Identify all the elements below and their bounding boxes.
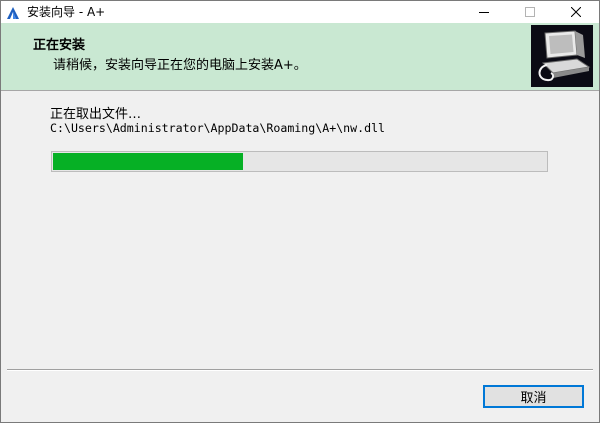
- minimize-button[interactable]: [461, 1, 507, 23]
- installer-computer-icon: [531, 25, 593, 87]
- page-title: 正在安装: [33, 38, 86, 53]
- maximize-icon: [525, 7, 535, 17]
- wizard-header: 正在安装 请稍候，安装向导正在您的电脑上安装A+。: [1, 23, 599, 91]
- cancel-button[interactable]: 取消: [483, 385, 584, 408]
- app-logo-icon: [6, 5, 20, 19]
- current-file-path: C:\Users\Administrator\AppData\Roaming\A…: [50, 121, 386, 135]
- progress-bar-fill: [53, 153, 243, 170]
- maximize-button[interactable]: [507, 1, 553, 23]
- close-button[interactable]: [553, 1, 599, 23]
- footer-divider: [7, 369, 593, 371]
- window-title: 安装向导 - A+: [27, 5, 106, 19]
- minimize-icon: [479, 7, 489, 17]
- page-subtitle: 请稍候，安装向导正在您的电脑上安装A+。: [53, 58, 307, 73]
- status-text: 正在取出文件…: [50, 107, 142, 122]
- progress-bar: [51, 151, 548, 172]
- title-bar[interactable]: 安装向导 - A+: [1, 1, 599, 23]
- installer-window: 安装向导 - A+ 正在安装 请稍候，安装向导正在您的电脑上安装A+。 正在取出…: [0, 0, 600, 423]
- close-icon: [571, 7, 581, 17]
